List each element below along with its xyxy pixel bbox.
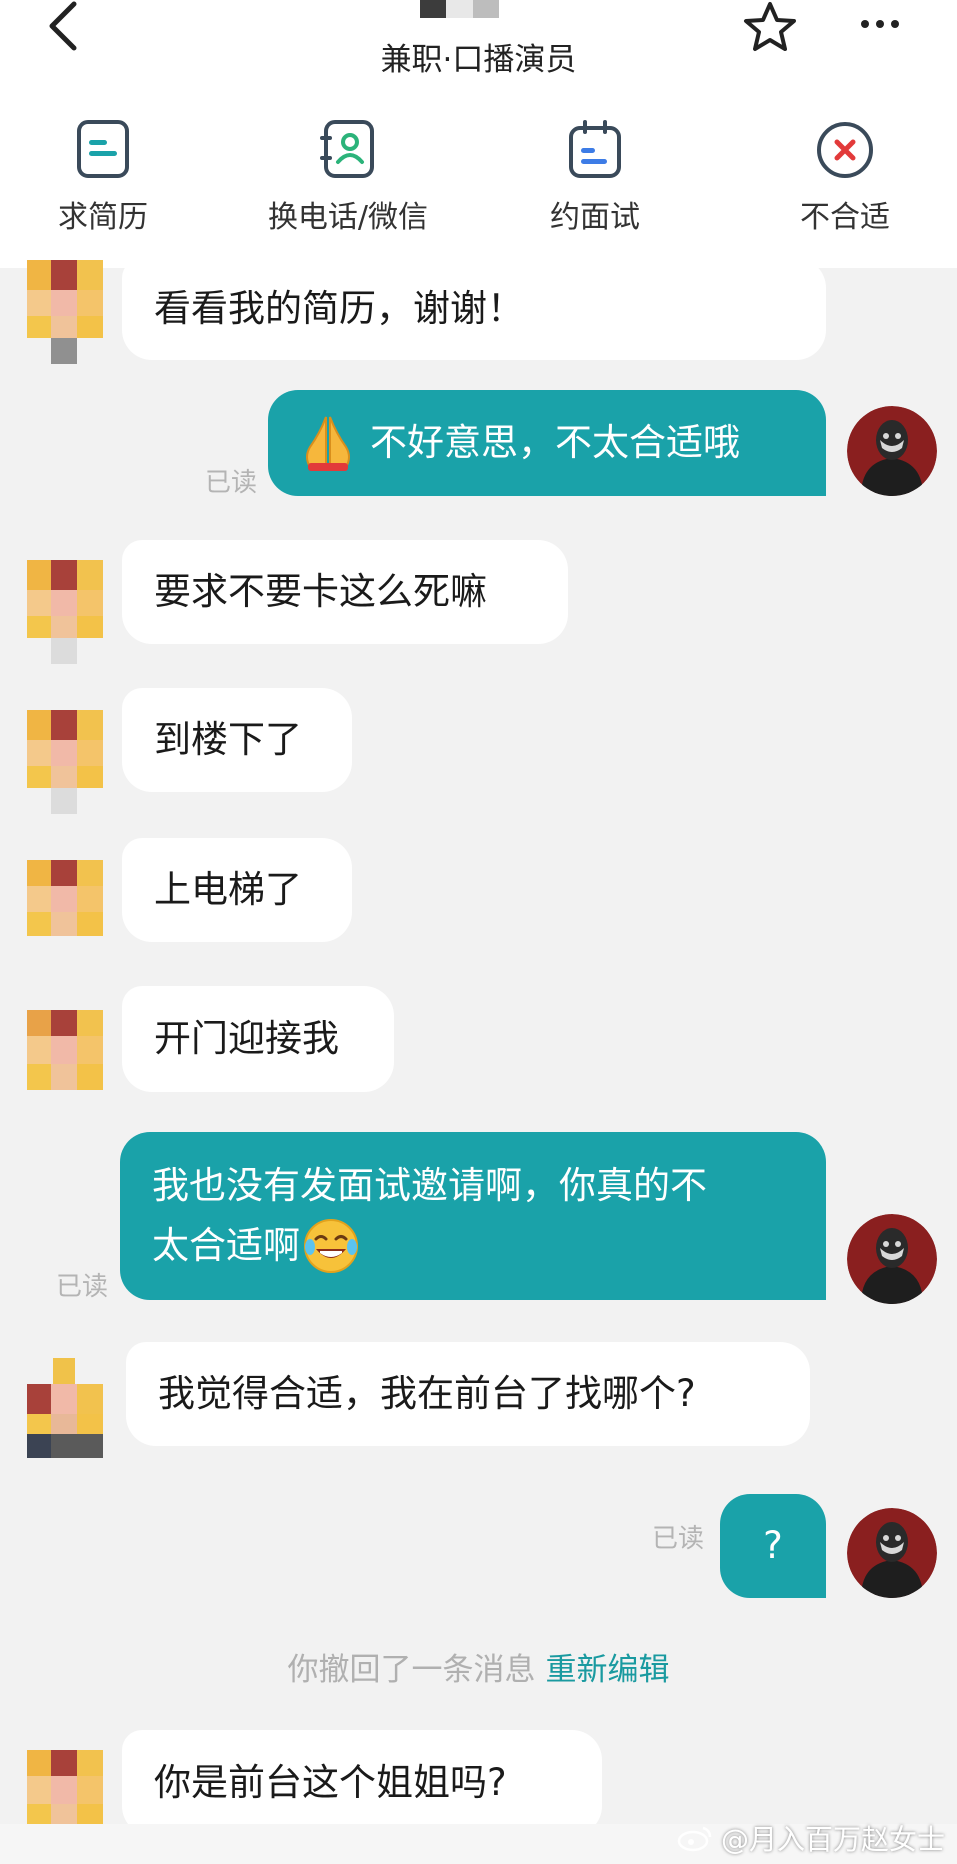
not-suitable-button[interactable]: 不合适 xyxy=(790,118,900,236)
avatar[interactable] xyxy=(27,710,103,814)
favorite-button[interactable] xyxy=(740,0,800,54)
message-bubble: 到楼下了 xyxy=(122,688,352,792)
chat-area: 看看我的简历，谢谢！ 已读 不好意思，不太合适哦 要求不要卡这么死嘛 到楼下了 … xyxy=(0,258,957,1864)
message-text: ? xyxy=(763,1524,783,1567)
avatar[interactable] xyxy=(27,260,103,364)
chat-header: 兼职·口播演员 求简历 换电话/微信 约面试 不合适 xyxy=(0,0,957,268)
my-avatar[interactable] xyxy=(847,1508,937,1598)
message-bubble: 开门迎接我 xyxy=(122,986,394,1092)
calendar-icon xyxy=(565,118,625,182)
watermark: @月入百万赵女士 xyxy=(677,1818,945,1858)
contact-book-icon xyxy=(318,118,378,182)
more-button[interactable] xyxy=(855,4,905,44)
avatar[interactable] xyxy=(27,1358,103,1458)
message-text: 到楼下了 xyxy=(154,718,302,761)
message-text: 不好意思，不太合适哦 xyxy=(370,421,740,464)
avatar[interactable] xyxy=(27,860,103,936)
avatar[interactable] xyxy=(27,560,103,664)
message-bubble: 看看我的简历，谢谢！ xyxy=(122,258,826,360)
recall-notice: 你撤回了一条消息 重新编辑 xyxy=(0,1644,957,1689)
message-bubble: 我觉得合适，我在前台了找哪个? xyxy=(126,1342,810,1446)
job-title: 兼职·口播演员 xyxy=(380,42,577,78)
message-text-line-1: 我也没有发面试邀请啊，你真的不 xyxy=(152,1164,707,1207)
message-bubble: 你是前台这个姐姐吗? xyxy=(122,1730,602,1836)
read-status: 已读 xyxy=(652,1524,705,1554)
message-bubble: 上电梯了 xyxy=(122,838,352,942)
message-bubble: 我也没有发面试邀请啊，你真的不 太合适啊 xyxy=(120,1132,826,1300)
message-text: 要求不要卡这么死嘛 xyxy=(154,570,487,613)
schedule-interview-label: 约面试 xyxy=(550,200,640,235)
message-bubble: ? xyxy=(720,1494,826,1598)
message-text-line-2: 太合适啊 xyxy=(152,1224,300,1267)
exchange-contact-label: 换电话/微信 xyxy=(267,200,429,235)
avatar[interactable] xyxy=(27,1010,103,1090)
my-avatar[interactable] xyxy=(847,1214,937,1304)
schedule-interview-button[interactable]: 约面试 xyxy=(540,118,650,236)
re-edit-link[interactable]: 重新编辑 xyxy=(546,1652,670,1688)
message-text: 上电梯了 xyxy=(154,868,302,911)
not-suitable-label: 不合适 xyxy=(800,200,890,235)
recall-text: 你撤回了一条消息 xyxy=(287,1652,536,1688)
reject-icon xyxy=(815,118,875,182)
more-dots-icon xyxy=(861,20,899,28)
message-text: 你是前台这个姐姐吗? xyxy=(154,1761,507,1804)
watermark-text: @月入百万赵女士 xyxy=(720,1823,945,1856)
request-resume-button[interactable]: 求简历 xyxy=(48,118,158,236)
request-resume-label: 求简历 xyxy=(58,200,148,235)
message-bubble: 要求不要卡这么死嘛 xyxy=(122,540,568,644)
avatar[interactable] xyxy=(27,1750,103,1830)
read-status: 已读 xyxy=(205,468,258,498)
message-bubble: 不好意思，不太合适哦 xyxy=(268,390,826,496)
weibo-icon xyxy=(677,1826,712,1852)
contact-name-blurred xyxy=(420,0,525,18)
message-text: 看看我的简历，谢谢！ xyxy=(154,287,524,330)
message-text: 我觉得合适，我在前台了找哪个? xyxy=(158,1372,696,1415)
my-avatar[interactable] xyxy=(847,406,937,496)
pray-emoji-icon xyxy=(300,413,356,473)
read-status: 已读 xyxy=(56,1272,109,1302)
star-icon xyxy=(744,2,796,51)
laugh-cry-emoji-icon xyxy=(302,1217,360,1275)
message-text: 开门迎接我 xyxy=(154,1017,339,1060)
resume-icon xyxy=(73,118,133,182)
action-bar: 求简历 换电话/微信 约面试 不合适 xyxy=(0,118,957,248)
exchange-contact-button[interactable]: 换电话/微信 xyxy=(258,118,438,236)
